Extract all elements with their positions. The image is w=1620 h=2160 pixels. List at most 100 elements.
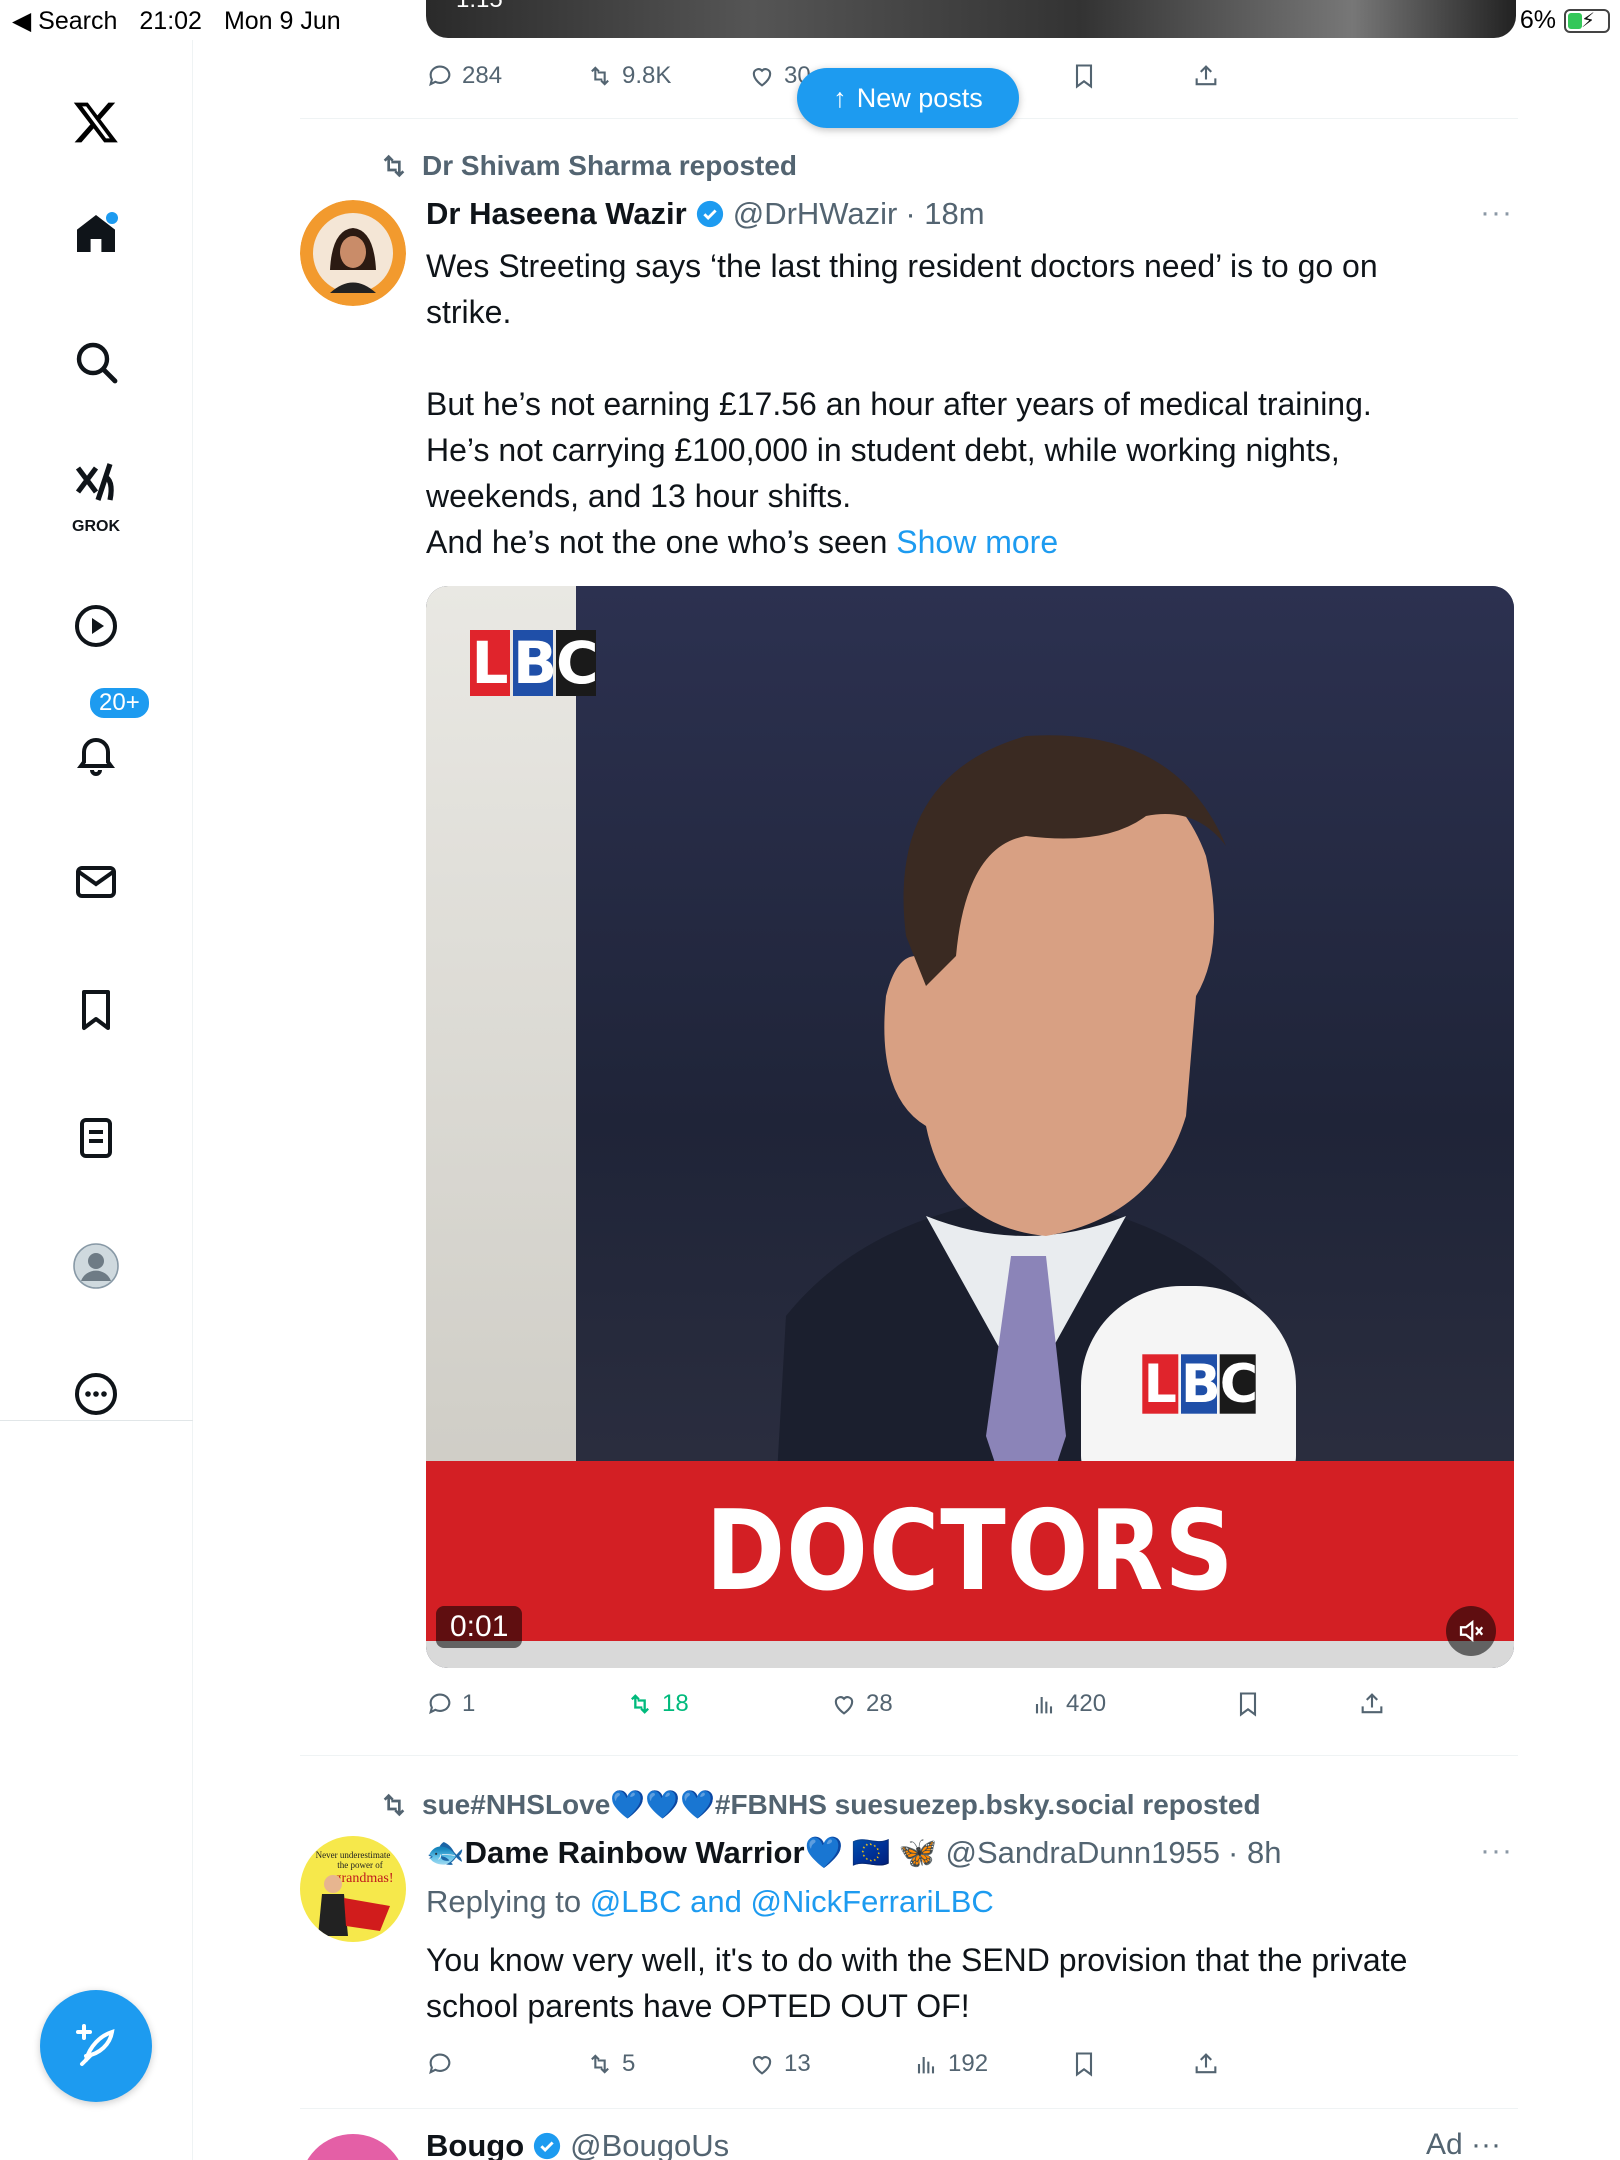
repost-icon [383, 154, 405, 178]
share-button[interactable] [1192, 62, 1220, 90]
share-button[interactable] [1192, 2050, 1220, 2078]
top-post-media[interactable]: 1:15 [426, 0, 1516, 38]
post2-avatar[interactable]: Never underestimate the power of grandma… [300, 1836, 406, 1942]
messages-icon[interactable] [64, 850, 128, 914]
post1-repost-context[interactable]: Dr Shivam Sharma reposted [378, 150, 797, 182]
home-icon[interactable] [64, 202, 128, 266]
notifications-badge: 20+ [88, 686, 151, 720]
reply-count: 284 [462, 62, 503, 89]
more-options-icon[interactable] [64, 1362, 128, 1426]
bookmarks-icon[interactable] [64, 978, 128, 1042]
repost-icon [631, 1694, 649, 1714]
home-unread-dot [106, 212, 118, 224]
share-icon [1195, 2053, 1217, 2074]
post1-header: Dr Haseena Wazir @DrHWazir · 18m [426, 196, 985, 232]
sidebar-nav: GROK 20+ [0, 40, 193, 2160]
post2-author-handle[interactable]: @SandraDunn1955 [946, 1835, 1221, 1871]
grok-icon[interactable] [64, 452, 128, 516]
post1-author-name[interactable]: Dr Haseena Wazir [426, 196, 687, 232]
svg-text:Never underestimate: Never underestimate [316, 1850, 391, 1860]
reply-button[interactable]: 1 [426, 1690, 475, 1718]
new-posts-label: New posts [856, 82, 983, 113]
bookmark-button[interactable] [1070, 62, 1098, 90]
bookmark-icon [1239, 1692, 1257, 1717]
post1-author-handle[interactable]: @DrHWazir [733, 196, 898, 232]
video-banner-text: DOCTORS [705, 1486, 1235, 1616]
post2-more-button[interactable]: ··· [1480, 1834, 1513, 1868]
post2-repost-context[interactable]: sue#NHSLove💙💙💙#FBNHS suesuezep.bsky.soci… [378, 1788, 1261, 1821]
mute-button[interactable] [1446, 1606, 1496, 1656]
profile-avatar-icon[interactable] [64, 1234, 128, 1298]
show-more-link[interactable]: Show more [896, 524, 1058, 560]
like-button[interactable]: 28 [830, 1690, 893, 1718]
post2-replying-to: Replying to @LBC and @NickFerrariLBC [426, 1884, 994, 1920]
post2-header: 🐟Dame Rainbow Warrior💙 🇪🇺 🦋 @SandraDunn1… [426, 1834, 1281, 1871]
post1-text-line: strike. [426, 294, 512, 330]
x-logo-icon[interactable] [64, 90, 128, 154]
lbc-logo: LBC [470, 629, 599, 697]
repost-button[interactable]: 5 [586, 2050, 635, 2078]
post1-text-line: He’s not carrying £100,000 in student de… [426, 432, 1340, 468]
battery-percent: 6% [1519, 6, 1556, 34]
video-play-icon[interactable] [64, 594, 128, 658]
like-button[interactable]: 13 [748, 2050, 811, 2078]
repost-button[interactable]: 9.8K [586, 62, 671, 90]
share-icon [1361, 1693, 1383, 1714]
post1-text: Wes Streeting says ‘the last thing resid… [426, 243, 1506, 565]
post1-avatar[interactable] [300, 200, 406, 306]
views-button[interactable]: 420 [1030, 1690, 1106, 1718]
sidebar-divider [0, 1420, 193, 1421]
heart-icon [752, 68, 772, 87]
post3-author-handle[interactable]: @BougoUs [570, 2128, 729, 2160]
verified-badge-icon [696, 200, 723, 228]
repost-icon [591, 2054, 609, 2074]
bookmark-button[interactable] [1234, 1690, 1262, 1718]
heart-icon [834, 1696, 854, 1715]
post-separator [300, 1755, 1518, 1756]
repost-icon [383, 1793, 405, 1816]
replying-prefix: Replying to [426, 1884, 590, 1919]
post1-timestamp[interactable]: · 18m [905, 196, 984, 232]
view-count: 192 [948, 2050, 989, 2077]
video-timecode: 0:01 [436, 1606, 523, 1648]
heart-icon [752, 2056, 772, 2075]
search-icon[interactable] [64, 330, 128, 394]
post1-actions: 1 18 28 420 [426, 1690, 1516, 1722]
status-time: 21:02 [139, 6, 202, 35]
video-background-wall [426, 586, 576, 1486]
reply-button[interactable]: 284 [426, 62, 502, 90]
replying-to-links[interactable]: @LBC and @NickFerrariLBC [590, 1884, 994, 1919]
post2-author-name[interactable]: 🐟Dame Rainbow Warrior💙 🇪🇺 🦋 [426, 1834, 938, 1871]
compose-post-button[interactable] [40, 1990, 152, 2102]
post1-video[interactable]: LBC LBC DOCTORS 0:01 [426, 586, 1514, 1668]
post1-text-line: weekends, and 13 hour shifts. [426, 478, 852, 514]
battery-icon: ⚡ [1564, 8, 1610, 33]
lists-icon[interactable] [64, 1106, 128, 1170]
reply-button[interactable] [426, 2050, 462, 2078]
notifications-bell-icon[interactable] [64, 722, 128, 786]
repost-count: 18 [662, 1690, 689, 1717]
repost-icon [591, 66, 609, 86]
bookmark-icon [1075, 2052, 1093, 2077]
post1-more-button[interactable]: ··· [1480, 196, 1513, 230]
top-post-media-time: 1:15 [456, 0, 503, 14]
analytics-bars-icon [917, 2057, 935, 2074]
post3-author-name[interactable]: Bougo [426, 2128, 524, 2160]
repost-count: 9.8K [622, 62, 672, 89]
post2-timestamp[interactable]: · 8h [1228, 1835, 1281, 1871]
post3-avatar[interactable] [300, 2134, 406, 2160]
bookmark-button[interactable] [1070, 2050, 1098, 2078]
repost-button[interactable]: 18 [626, 1690, 689, 1718]
views-button[interactable]: 192 [912, 2050, 988, 2078]
post2-text-line: school parents have OPTED OUT OF! [426, 1988, 970, 2024]
share-button[interactable] [1358, 1690, 1386, 1718]
like-count: 13 [784, 2050, 811, 2077]
back-to-search-link[interactable]: ◀ Search [12, 6, 117, 36]
video-bottom-strip [426, 1641, 1514, 1668]
compose-feather-icon [76, 2024, 115, 2066]
muted-speaker-icon [1459, 1619, 1484, 1643]
repost-count: 5 [622, 2050, 636, 2077]
new-posts-button[interactable]: ↑ New posts [797, 68, 1019, 128]
post2-actions: 5 13 192 [426, 2050, 1516, 2082]
ad-label[interactable]: Ad ··· [1426, 2128, 1501, 2160]
